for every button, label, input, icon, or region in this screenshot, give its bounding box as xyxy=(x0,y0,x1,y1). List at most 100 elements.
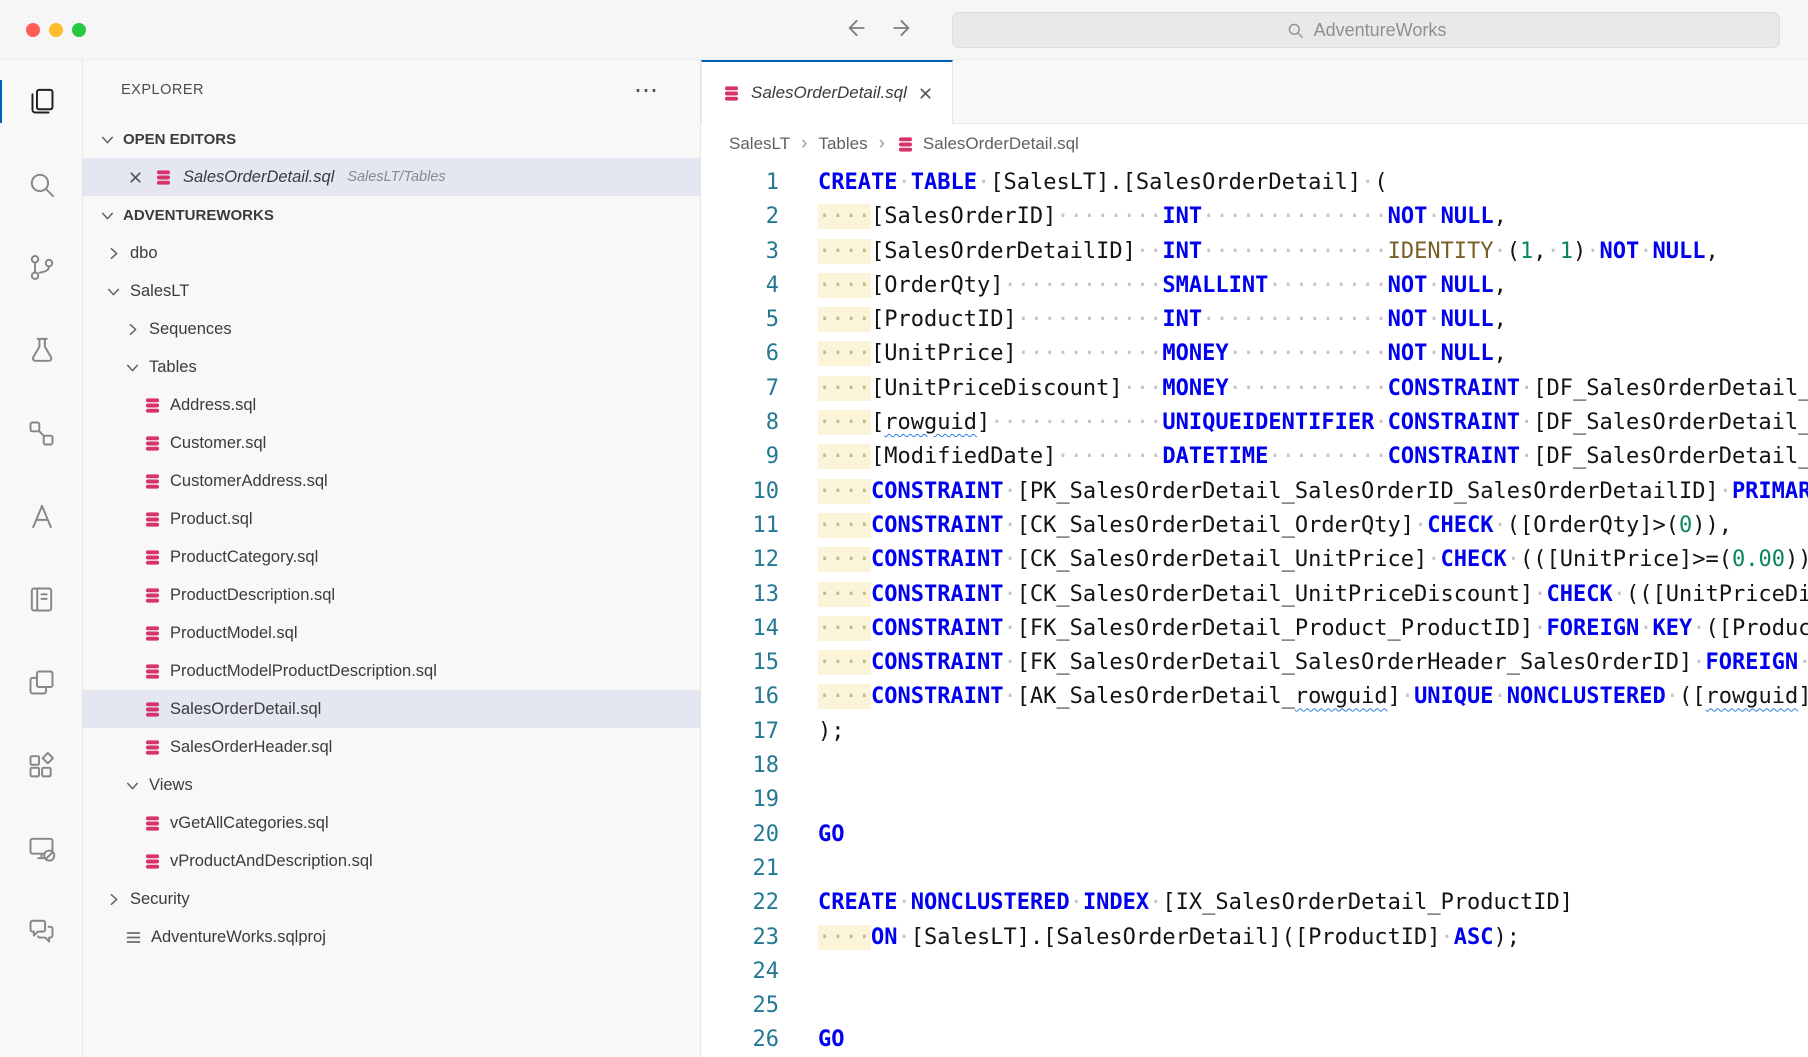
line-number: 22 xyxy=(701,886,779,920)
code-line-7[interactable]: 7····[UnitPriceDiscount]···MONEY········… xyxy=(701,372,1808,406)
code-line-3[interactable]: 3····[SalesOrderDetailID]··INT··········… xyxy=(701,235,1808,269)
activity-bar-connections-icon[interactable] xyxy=(0,392,82,475)
activity-bar-extensions-icon[interactable] xyxy=(0,724,82,807)
forward-arrow-icon[interactable] xyxy=(890,15,916,46)
code-line-text: CREATE·NONCLUSTERED·INDEX·[IX_SalesOrder… xyxy=(779,886,1573,920)
code-line-11[interactable]: 11····CONSTRAINT·[CK_SalesOrderDetail_Or… xyxy=(701,509,1808,543)
tab-salesorderdetail[interactable]: SalesOrderDetail.sql xyxy=(701,60,953,124)
tree-item-label: Customer.sql xyxy=(170,434,266,453)
close-editor-icon[interactable] xyxy=(127,169,144,186)
open-editor-item[interactable]: SalesOrderDetail.sql SalesLT/Tables xyxy=(83,158,700,196)
code-line-17[interactable]: 17); xyxy=(701,715,1808,749)
line-number: 26 xyxy=(701,1023,779,1057)
tree-item-productmodel.sql[interactable]: ProductModel.sql xyxy=(83,614,700,652)
database-icon xyxy=(143,738,162,757)
code-line-21[interactable]: 21 xyxy=(701,852,1808,886)
code-line-text: ····[rowguid]·············UNIQUEIDENTIFI… xyxy=(779,406,1808,440)
code-line-16[interactable]: 16····CONSTRAINT·[AK_SalesOrderDetail_ro… xyxy=(701,680,1808,714)
activity-bar-device-disconnect-icon[interactable] xyxy=(0,807,82,890)
line-number: 14 xyxy=(701,612,779,646)
tree-item-vproductanddescription.sql[interactable]: vProductAndDescription.sql xyxy=(83,842,700,880)
activity-bar-comments-icon[interactable] xyxy=(0,890,82,973)
activity-bar-windows-icon[interactable] xyxy=(0,641,82,724)
line-number: 9 xyxy=(701,440,779,474)
code-line-15[interactable]: 15····CONSTRAINT·[FK_SalesOrderDetail_Sa… xyxy=(701,646,1808,680)
project-section-header[interactable]: ADVENTUREWORKS xyxy=(83,196,700,234)
app-window: AdventureWorks EXPLORER ⋯ OPEN EDITORS S… xyxy=(0,0,1808,1057)
code-line-4[interactable]: 4····[OrderQty]············SMALLINT·····… xyxy=(701,269,1808,303)
activity-bar-flask-icon[interactable] xyxy=(0,309,82,392)
zoom-window-button[interactable] xyxy=(72,23,86,37)
code-line-24[interactable]: 24 xyxy=(701,955,1808,989)
tree-item-address.sql[interactable]: Address.sql xyxy=(83,386,700,424)
code-line-26[interactable]: 26GO xyxy=(701,1023,1808,1057)
tree-item-adventureworks.sqlproj[interactable]: AdventureWorks.sqlproj xyxy=(83,918,700,956)
code-line-text: ····[ProductID]···········INT···········… xyxy=(779,303,1507,337)
breadcrumb-schema[interactable]: SalesLT xyxy=(729,134,790,154)
code-line-text: ····ON·[SalesLT].[SalesOrderDetail]([Pro… xyxy=(779,921,1520,955)
titlebar: AdventureWorks xyxy=(0,0,1808,60)
code-editor[interactable]: 1CREATE·TABLE·[SalesLT].[SalesOrderDetai… xyxy=(701,164,1808,1057)
code-line-13[interactable]: 13····CONSTRAINT·[CK_SalesOrderDetail_Un… xyxy=(701,578,1808,612)
database-file-icon xyxy=(722,84,741,103)
code-line-text: ); xyxy=(779,715,845,749)
activity-bar-explorer-icon[interactable] xyxy=(0,60,82,143)
tree-item-label: SalesOrderDetail.sql xyxy=(170,700,321,719)
code-line-14[interactable]: 14····CONSTRAINT·[FK_SalesOrderDetail_Pr… xyxy=(701,612,1808,646)
command-center-search[interactable]: AdventureWorks xyxy=(952,12,1780,48)
tree-item-dbo[interactable]: dbo xyxy=(83,234,700,272)
code-line-10[interactable]: 10····CONSTRAINT·[PK_SalesOrderDetail_Sa… xyxy=(701,475,1808,509)
chevron-down-icon xyxy=(99,131,116,148)
line-number: 8 xyxy=(701,406,779,440)
code-line-2[interactable]: 2····[SalesOrderID]········INT··········… xyxy=(701,200,1808,234)
line-number: 12 xyxy=(701,543,779,577)
code-line-23[interactable]: 23····ON·[SalesLT].[SalesOrderDetail]([P… xyxy=(701,921,1808,955)
code-line-12[interactable]: 12····CONSTRAINT·[CK_SalesOrderDetail_Un… xyxy=(701,543,1808,577)
database-icon xyxy=(143,624,162,643)
code-line-22[interactable]: 22CREATE·NONCLUSTERED·INDEX·[IX_SalesOrd… xyxy=(701,886,1808,920)
activity-bar-notebook-icon[interactable] xyxy=(0,558,82,641)
code-line-20[interactable]: 20GO xyxy=(701,818,1808,852)
tree-item-saleslt[interactable]: SalesLT xyxy=(83,272,700,310)
tree-item-customer.sql[interactable]: Customer.sql xyxy=(83,424,700,462)
activity-bar-source-control-icon[interactable] xyxy=(0,226,82,309)
tree-item-security[interactable]: Security xyxy=(83,880,700,918)
tree-item-customeraddress.sql[interactable]: CustomerAddress.sql xyxy=(83,462,700,500)
tree-item-sequences[interactable]: Sequences xyxy=(83,310,700,348)
tree-item-salesorderdetail.sql[interactable]: SalesOrderDetail.sql xyxy=(83,690,700,728)
tab-title: SalesOrderDetail.sql xyxy=(751,83,907,103)
tree-item-tables[interactable]: Tables xyxy=(83,348,700,386)
line-number: 21 xyxy=(701,852,779,886)
close-tab-icon[interactable] xyxy=(917,85,934,102)
chevron-right-icon xyxy=(124,321,141,338)
code-line-8[interactable]: 8····[rowguid]·············UNIQUEIDENTIF… xyxy=(701,406,1808,440)
back-arrow-icon[interactable] xyxy=(842,15,868,46)
code-line-6[interactable]: 6····[UnitPrice]···········MONEY········… xyxy=(701,337,1808,371)
open-editors-section-header[interactable]: OPEN EDITORS xyxy=(83,120,700,158)
tree-item-productdescription.sql[interactable]: ProductDescription.sql xyxy=(83,576,700,614)
tree-item-salesorderheader.sql[interactable]: SalesOrderHeader.sql xyxy=(83,728,700,766)
tree-item-views[interactable]: Views xyxy=(83,766,700,804)
breadcrumb-folder[interactable]: Tables xyxy=(818,134,867,154)
code-line-text: ····[SalesOrderID]········INT···········… xyxy=(779,200,1507,234)
activity-bar-azure-icon[interactable] xyxy=(0,475,82,558)
breadcrumb-file[interactable]: SalesOrderDetail.sql xyxy=(896,134,1079,154)
close-window-button[interactable] xyxy=(26,23,40,37)
code-line-9[interactable]: 9····[ModifiedDate]········DATETIME·····… xyxy=(701,440,1808,474)
code-line-18[interactable]: 18 xyxy=(701,749,1808,783)
minimize-window-button[interactable] xyxy=(49,23,63,37)
tree-item-vgetallcategories.sql[interactable]: vGetAllCategories.sql xyxy=(83,804,700,842)
code-line-text xyxy=(779,989,831,1023)
tree-item-productmodelproductdescription.sql[interactable]: ProductModelProductDescription.sql xyxy=(83,652,700,690)
line-number: 2 xyxy=(701,200,779,234)
code-line-19[interactable]: 19 xyxy=(701,783,1808,817)
code-line-text: ····CONSTRAINT·[FK_SalesOrderDetail_Sale… xyxy=(779,646,1808,680)
more-actions-icon[interactable]: ⋯ xyxy=(634,60,660,120)
code-line-25[interactable]: 25 xyxy=(701,989,1808,1023)
activity-bar-search-icon[interactable] xyxy=(0,143,82,226)
code-line-1[interactable]: 1CREATE·TABLE·[SalesLT].[SalesOrderDetai… xyxy=(701,166,1808,200)
tree-item-product.sql[interactable]: Product.sql xyxy=(83,500,700,538)
code-line-text: GO xyxy=(779,1023,845,1057)
tree-item-productcategory.sql[interactable]: ProductCategory.sql xyxy=(83,538,700,576)
code-line-5[interactable]: 5····[ProductID]···········INT··········… xyxy=(701,303,1808,337)
